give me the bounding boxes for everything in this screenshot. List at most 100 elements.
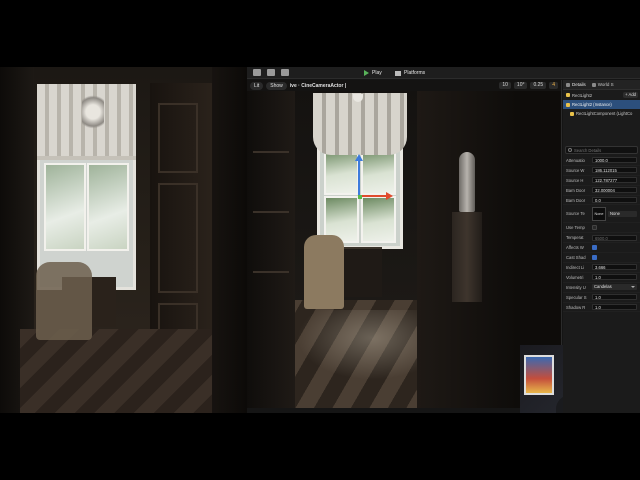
platforms-icon bbox=[395, 70, 401, 76]
property-value-field[interactable]: 1000.0 bbox=[592, 157, 637, 164]
grid-snap-button[interactable]: 10 bbox=[499, 82, 511, 89]
chevron-down-icon bbox=[631, 286, 635, 289]
reference-render-image bbox=[0, 67, 247, 413]
property-row: Source Te None None bbox=[563, 205, 640, 224]
property-row: Intensity U Candelas bbox=[563, 283, 640, 293]
property-row: Barn Door 0.0 bbox=[563, 196, 640, 206]
selected-actor-header: RectLight2 + Add bbox=[563, 90, 640, 100]
property-label: Volumetri bbox=[566, 274, 584, 280]
save-icon[interactable] bbox=[253, 69, 261, 76]
scene-pedestal bbox=[452, 212, 482, 302]
asset-dropdown[interactable]: None bbox=[608, 210, 637, 217]
platforms-label: Platforms bbox=[404, 70, 426, 76]
property-label: Indirect Li bbox=[566, 264, 585, 270]
tree-item-label: RectLight2 (Instance) bbox=[572, 102, 612, 107]
property-label: Attenuatio bbox=[566, 157, 585, 163]
play-label: Play bbox=[372, 70, 382, 76]
ref-window-pane bbox=[87, 163, 130, 251]
search-icon bbox=[568, 148, 572, 152]
search-placeholder: Search Details bbox=[574, 147, 602, 153]
ref-right-wall bbox=[212, 67, 247, 413]
gizmo-y-axis[interactable] bbox=[358, 195, 362, 199]
ref-chandelier bbox=[82, 91, 104, 129]
property-row: Source W 186.112015 bbox=[563, 166, 640, 176]
rect-light-icon bbox=[566, 93, 570, 97]
blueprint-icon[interactable] bbox=[281, 69, 289, 76]
shelf bbox=[253, 211, 289, 213]
component-tree-item-instance[interactable]: RectLight2 (Instance) bbox=[563, 100, 640, 109]
property-value-field[interactable]: 3.666 bbox=[592, 264, 637, 271]
property-row: Shadow R 1.0 bbox=[563, 303, 640, 313]
gizmo-x-axis[interactable] bbox=[359, 195, 387, 197]
tab-world-label: World S bbox=[597, 82, 614, 87]
scene-chair bbox=[304, 235, 344, 309]
scene-window-pane bbox=[360, 196, 396, 243]
scene-window-pane bbox=[360, 148, 396, 196]
property-value-field[interactable]: 1.0 bbox=[592, 304, 637, 311]
ref-door-panel bbox=[158, 103, 198, 173]
shelf bbox=[253, 271, 289, 273]
details-panel: Details World S RectLight2 + Add RectLig… bbox=[563, 80, 640, 413]
property-label: Temperat bbox=[566, 235, 584, 241]
property-value-field[interactable]: 6500.0 bbox=[592, 234, 637, 241]
letterbox-top bbox=[0, 0, 640, 67]
shelf bbox=[253, 151, 289, 153]
component-tree-item-rectlight[interactable]: RectLightComponent (LightCo bbox=[563, 109, 640, 118]
asset-thumbnail[interactable]: None bbox=[592, 206, 606, 221]
grid-snap-value: 10 bbox=[502, 82, 508, 88]
property-value-field[interactable]: 32.000004 bbox=[592, 187, 637, 194]
editor-toolbar: Play Platforms bbox=[247, 67, 640, 79]
property-row: Specular S 1.0 bbox=[563, 293, 640, 303]
gizmo-x-arrow-icon[interactable] bbox=[386, 192, 393, 200]
property-value-field[interactable]: 1.0 bbox=[592, 294, 637, 301]
content-browser-icon[interactable] bbox=[267, 69, 275, 76]
webcam-poster bbox=[524, 355, 554, 395]
property-value-field[interactable]: 122.787277 bbox=[592, 177, 637, 184]
property-row: Affects W bbox=[563, 243, 640, 254]
rotation-snap-button[interactable]: 10° bbox=[513, 82, 528, 89]
property-checkbox[interactable] bbox=[592, 255, 597, 261]
gizmo-z-axis[interactable] bbox=[358, 160, 360, 196]
scene-left-bookcase bbox=[247, 91, 295, 408]
viewport-toolbar: Lit Show ive · CineCameraActor | 10 10° … bbox=[247, 80, 561, 91]
property-value-field[interactable]: 186.112015 bbox=[592, 167, 637, 174]
property-dropdown[interactable]: Candelas bbox=[592, 284, 637, 291]
show-button[interactable]: Show bbox=[266, 81, 287, 90]
scene-window-pane bbox=[324, 148, 360, 196]
property-checkbox[interactable] bbox=[592, 225, 597, 231]
property-label: Source Te bbox=[566, 211, 585, 217]
tab-world-settings[interactable]: World S bbox=[589, 82, 617, 87]
property-label: Barn Door bbox=[566, 197, 586, 203]
add-component-button[interactable]: + Add bbox=[623, 92, 638, 98]
details-search-input[interactable]: Search Details bbox=[565, 146, 638, 154]
camera-speed-button[interactable]: 4 bbox=[549, 82, 558, 89]
property-row: Source H 122.787277 bbox=[563, 176, 640, 186]
unreal-editor: Play Platforms Lit Show ive · CineCamera… bbox=[247, 67, 640, 413]
component-icon bbox=[570, 111, 574, 116]
viewmode-button[interactable]: Lit bbox=[250, 81, 264, 90]
camera-speed-value: 4 bbox=[552, 82, 555, 88]
property-value-field[interactable]: 1.0 bbox=[592, 274, 637, 281]
property-label: Intensity U bbox=[566, 284, 586, 290]
actor-name[interactable]: RectLight2 bbox=[572, 93, 592, 98]
ref-door-panel bbox=[158, 183, 198, 293]
property-label: Use Temp bbox=[566, 225, 585, 231]
level-viewport[interactable]: Lit Show ive · CineCameraActor | 10 10° … bbox=[247, 80, 562, 408]
play-button[interactable]: Play bbox=[364, 69, 382, 77]
property-row: Cast Shad bbox=[563, 253, 640, 264]
platforms-button[interactable]: Platforms bbox=[395, 69, 425, 77]
property-list: Attenuatio 1000.0 Source W 186.112015 Source… bbox=[563, 156, 640, 313]
property-label: Specular S bbox=[566, 294, 587, 300]
property-label: Cast Shad bbox=[566, 255, 586, 261]
tab-details[interactable]: Details bbox=[563, 82, 589, 87]
rotation-snap-value: 10° bbox=[516, 82, 525, 88]
pilot-camera-label[interactable]: ive · CineCameraActor | bbox=[290, 83, 346, 89]
scene-bust-statue bbox=[459, 152, 475, 212]
property-label: Source W bbox=[566, 167, 585, 173]
gizmo-z-arrow-icon[interactable] bbox=[355, 154, 363, 161]
ref-window-pane bbox=[43, 163, 86, 251]
property-checkbox[interactable] bbox=[592, 245, 597, 251]
property-value-field[interactable]: 0.0 bbox=[592, 197, 637, 203]
scale-snap-button[interactable]: 0.25 bbox=[530, 82, 547, 89]
property-row: Temperat 6500.0 bbox=[563, 233, 640, 244]
